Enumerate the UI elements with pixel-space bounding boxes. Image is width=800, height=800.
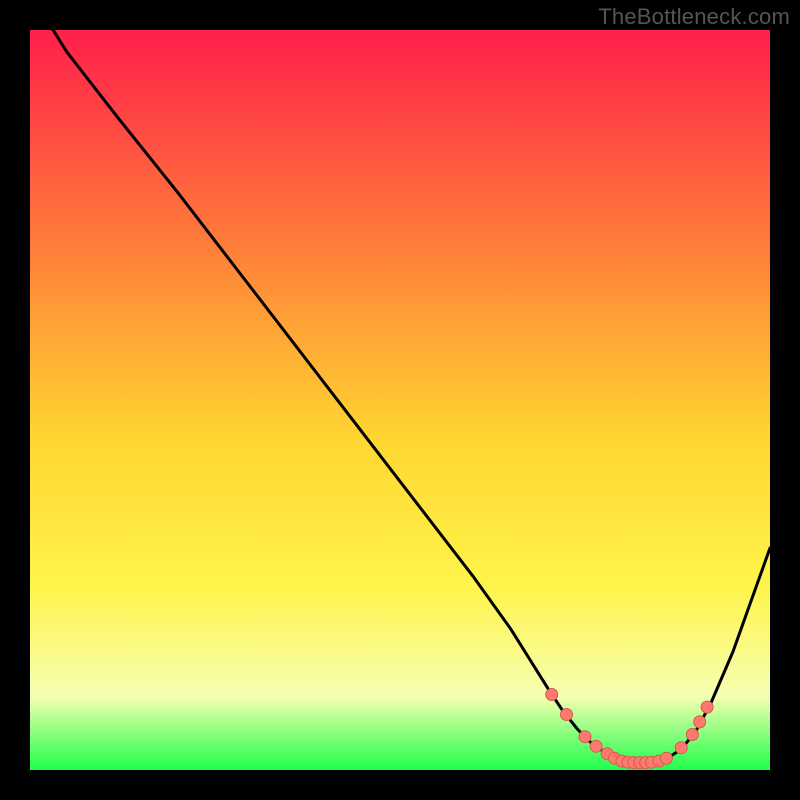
chart-frame: TheBottleneck.com <box>0 0 800 800</box>
marker-dot <box>561 709 573 721</box>
bottleneck-chart <box>30 30 770 770</box>
marker-dot <box>694 716 706 728</box>
marker-dot <box>590 740 602 752</box>
marker-dot <box>579 731 591 743</box>
marker-dot <box>546 689 558 701</box>
marker-dot <box>660 752 672 764</box>
gradient-background <box>30 30 770 770</box>
marker-dot <box>701 701 713 713</box>
marker-dot <box>686 729 698 741</box>
marker-dot <box>675 742 687 754</box>
watermark-label: TheBottleneck.com <box>598 4 790 30</box>
